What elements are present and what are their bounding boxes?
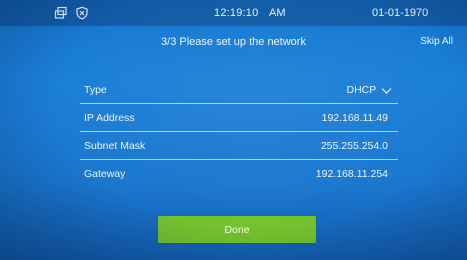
- status-bar: 12:19:10 AM 01-01-1970: [0, 0, 467, 26]
- skip-all-button[interactable]: Skip All: [420, 36, 453, 47]
- network-setup-screen: 12:19:10 AM 01-01-1970 3/3 Please set up…: [0, 0, 467, 260]
- type-label: Type: [84, 84, 107, 96]
- gateway-field[interactable]: 192.168.11.254: [316, 168, 388, 180]
- chevron-down-icon: [381, 86, 392, 95]
- subnet-mask-row[interactable]: Subnet Mask 255.255.254.0: [80, 132, 398, 160]
- gateway-row[interactable]: Gateway 192.168.11.254: [80, 160, 398, 187]
- subnet-mask-label: Subnet Mask: [84, 140, 146, 152]
- type-row[interactable]: Type DHCP: [80, 76, 398, 104]
- ip-address-label: IP Address: [84, 112, 135, 124]
- network-form: Type DHCP IP Address 192.168.11.49 Subne…: [80, 76, 398, 187]
- page-title: 3/3 Please set up the network: [161, 36, 306, 48]
- shield-icon: [75, 6, 89, 20]
- gateway-label: Gateway: [84, 168, 126, 180]
- ip-address-field[interactable]: 192.168.11.49: [322, 112, 388, 124]
- done-button[interactable]: Done: [158, 216, 316, 243]
- type-select[interactable]: DHCP: [347, 84, 392, 96]
- clock-ampm: AM: [269, 7, 286, 19]
- status-date: 01-01-1970: [372, 7, 429, 19]
- type-value: DHCP: [346, 84, 377, 96]
- window-icon: [54, 6, 68, 20]
- subnet-mask-field[interactable]: 255.255.254.0: [321, 140, 388, 152]
- ip-address-row[interactable]: IP Address 192.168.11.49: [80, 104, 398, 132]
- clock-time: 12:19:10: [214, 7, 259, 19]
